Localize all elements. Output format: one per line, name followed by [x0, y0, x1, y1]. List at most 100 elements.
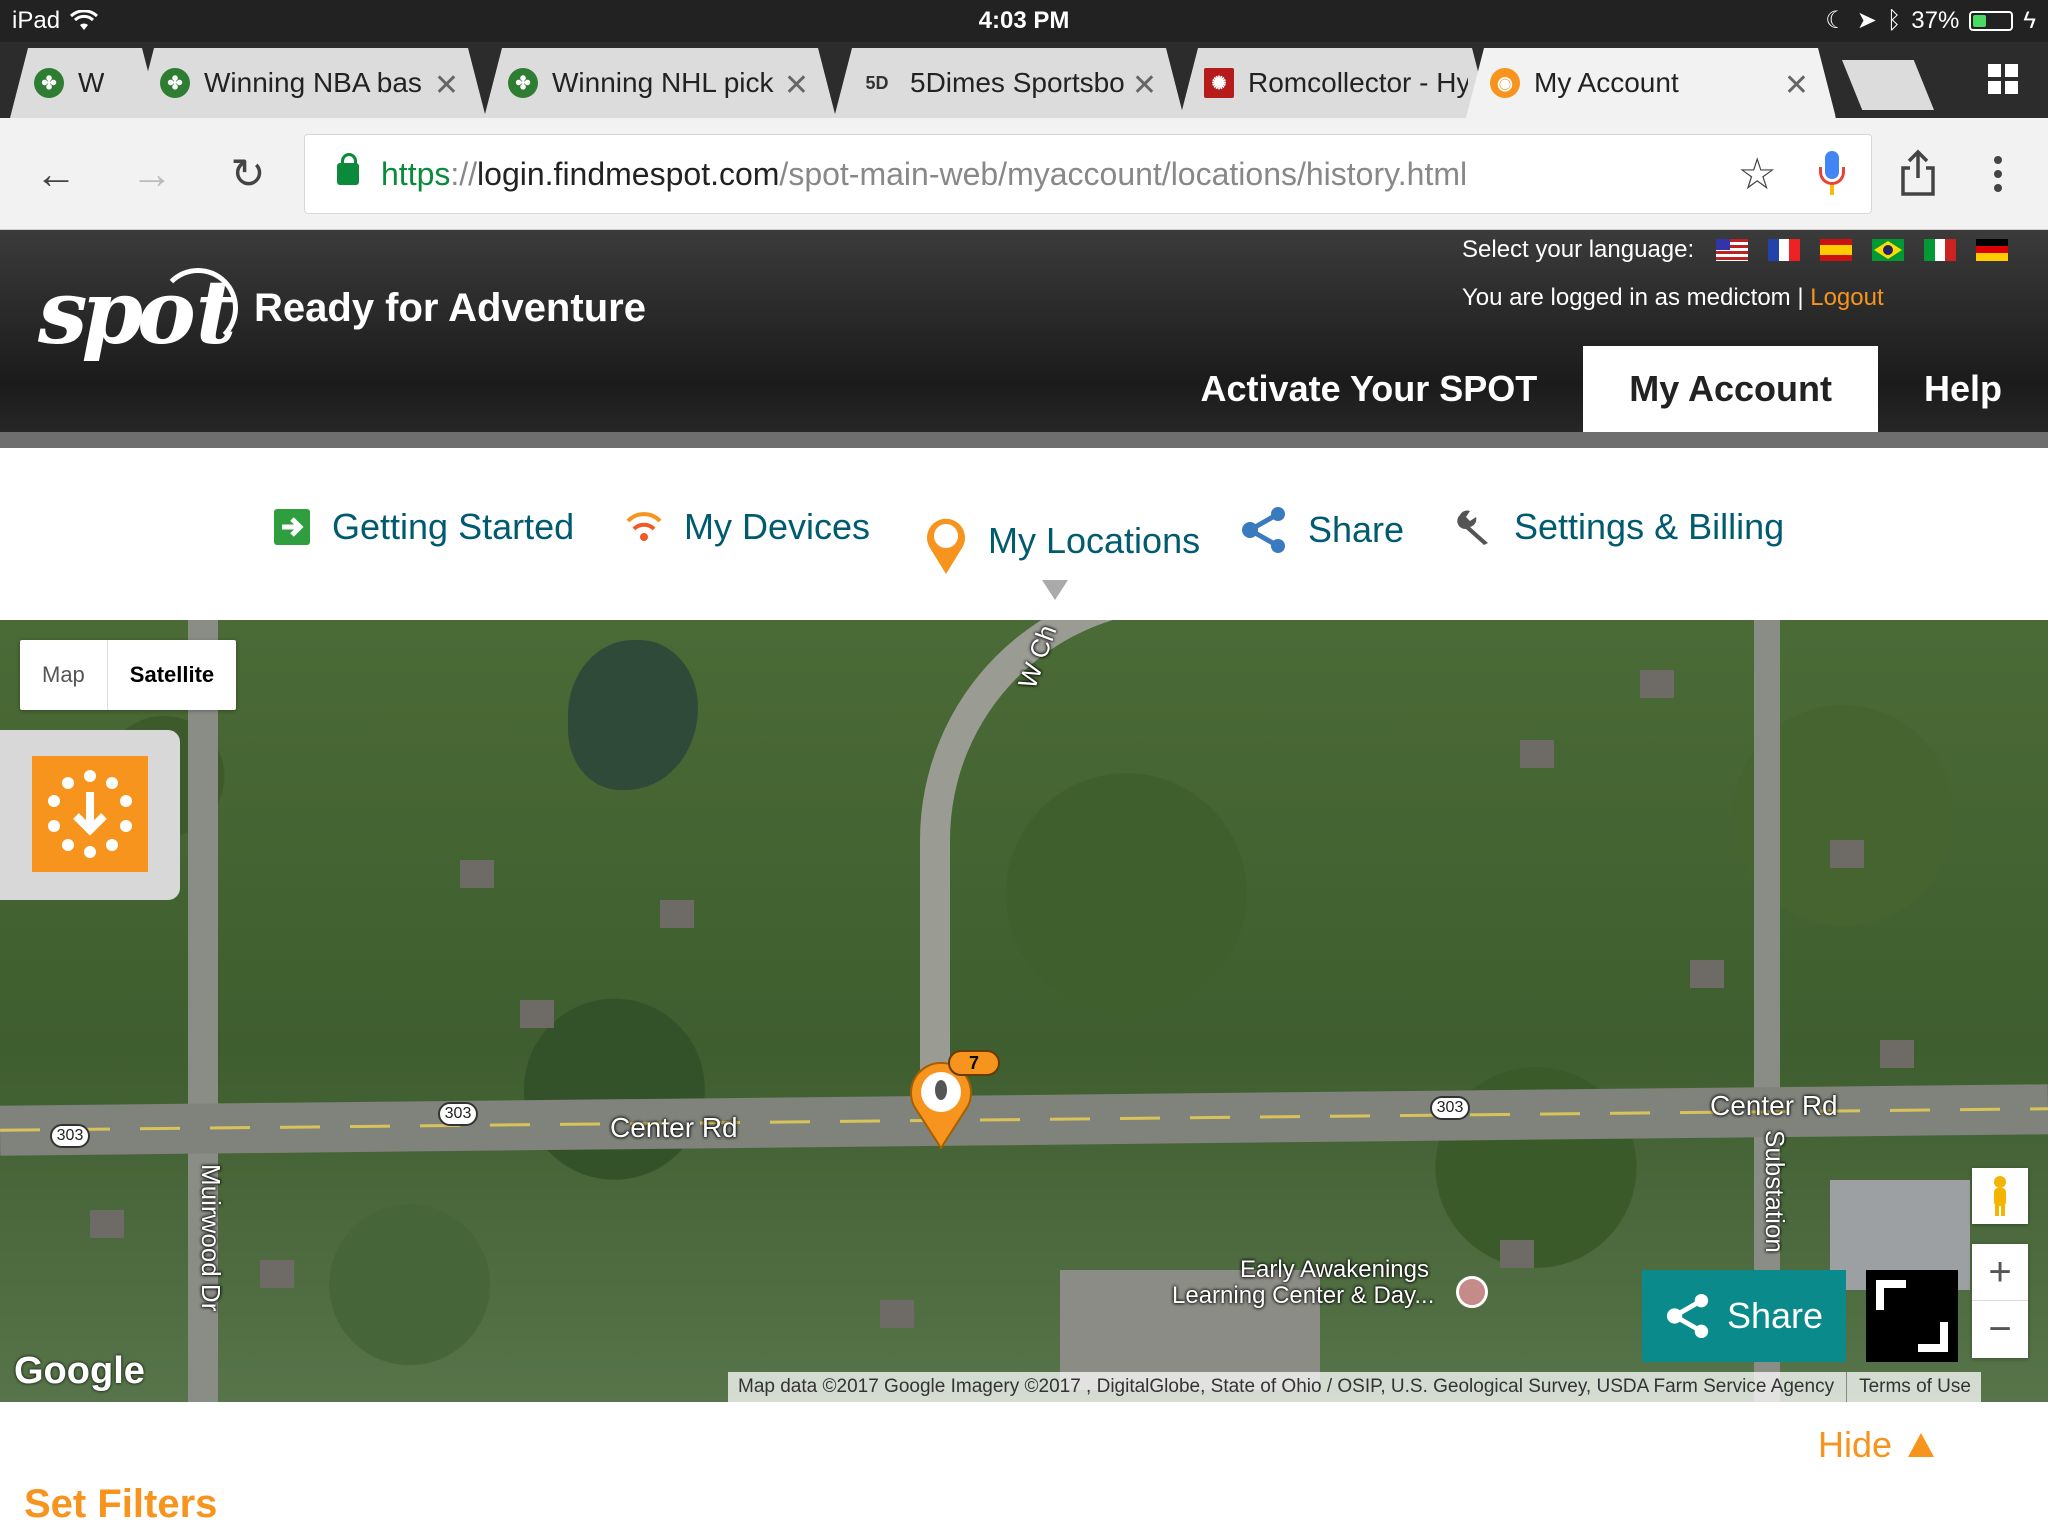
- subnav-share[interactable]: Share: [1240, 506, 1404, 554]
- nav-help[interactable]: Help: [1878, 346, 2048, 432]
- map-label-center-rd: Center Rd: [610, 1112, 738, 1143]
- 5dimes-favicon-icon: 5D: [858, 68, 896, 98]
- spot-logo[interactable]: spot: [38, 260, 248, 370]
- us-flag-icon[interactable]: [1716, 239, 1749, 261]
- tagline: Ready for Adventure: [254, 286, 646, 330]
- moon-icon: ☾: [1825, 7, 1847, 34]
- tab-switcher-icon[interactable]: [1988, 64, 2018, 94]
- pond: [568, 640, 698, 790]
- map-attribution: Map data ©2017 Google Imagery ©2017 , Di…: [728, 1372, 1981, 1402]
- building: [260, 1260, 294, 1288]
- subnav-getting-started[interactable]: Getting Started: [272, 506, 574, 548]
- poi-label: Early Awakenings: [1240, 1256, 1429, 1283]
- clover-favicon-icon: ✤: [34, 68, 64, 98]
- browser-tab[interactable]: 5D 5Dimes Sportsbo ✕: [834, 48, 1184, 118]
- arrow-right-box-icon: [274, 509, 310, 545]
- browser-toolbar: ← → ↻ https://login.findmespot.com/spot-…: [0, 118, 2048, 230]
- subnav-settings-billing[interactable]: Settings & Billing: [1454, 506, 1784, 548]
- download-arrow-icon: [48, 770, 132, 858]
- charging-icon: ϟ: [2023, 6, 2036, 34]
- browser-tab[interactable]: ✤ Winning NHL pick ✕: [484, 48, 836, 118]
- romcollector-favicon-icon: ✺: [1204, 68, 1234, 98]
- map-share-button[interactable]: Share: [1642, 1270, 1846, 1362]
- bookmark-star-icon[interactable]: ☆: [1738, 149, 1777, 200]
- map-label-muirwood-dr: Muirwood Dr: [196, 1164, 226, 1312]
- site-header: spot Ready for Adventure Select your lan…: [0, 230, 2048, 448]
- new-tab-button[interactable]: [1842, 60, 1934, 110]
- clover-favicon-icon: ✤: [160, 68, 190, 98]
- download-button[interactable]: [32, 756, 148, 872]
- building: [520, 1000, 554, 1028]
- set-filters-heading: Set Filters: [24, 1482, 218, 1526]
- browser-tab[interactable]: ✤ W: [10, 48, 160, 118]
- clock: 4:03 PM: [978, 7, 1070, 34]
- fullscreen-icon: [1876, 1280, 1948, 1352]
- subnav-my-devices[interactable]: My Devices: [624, 506, 870, 548]
- hide-map-toggle[interactable]: Hide: [1818, 1424, 1935, 1466]
- close-tab-icon[interactable]: ✕: [1132, 68, 1157, 103]
- location-arrow-icon: ➤: [1856, 7, 1877, 34]
- france-flag-icon[interactable]: [1768, 239, 1801, 261]
- zoom-out-button[interactable]: −: [1972, 1301, 2028, 1358]
- terms-of-use-link[interactable]: Terms of Use: [1846, 1372, 1971, 1402]
- close-tab-icon[interactable]: ✕: [434, 68, 459, 103]
- close-tab-icon[interactable]: ✕: [784, 68, 809, 103]
- battery-icon: [1969, 10, 2014, 31]
- wrench-icon: [1457, 510, 1488, 545]
- spot-favicon-icon: ◉: [1490, 68, 1520, 98]
- subnav-my-locations[interactable]: My Locations: [924, 506, 1200, 576]
- browser-tab[interactable]: ✺ Romcollector - Hy: [1180, 48, 1490, 118]
- overflow-menu-icon[interactable]: [1994, 156, 2002, 192]
- browser-tab[interactable]: ✤ Winning NBA bas ✕: [136, 48, 486, 118]
- poi-marker-icon[interactable]: [1456, 1276, 1488, 1308]
- brazil-flag-icon[interactable]: [1872, 239, 1905, 261]
- browser-tab-active[interactable]: ◉ My Account ✕: [1466, 48, 1836, 118]
- building: [1880, 1040, 1914, 1068]
- germany-flag-icon[interactable]: [1976, 239, 2009, 261]
- map-type-map-button[interactable]: Map: [20, 640, 107, 710]
- close-tab-icon[interactable]: ✕: [1784, 68, 1809, 103]
- route-303-shield: 303: [50, 1124, 90, 1148]
- poi-label: Learning Center & Day...: [1172, 1282, 1435, 1309]
- fullscreen-button[interactable]: [1866, 1270, 1958, 1362]
- nav-my-account[interactable]: My Account: [1583, 346, 1878, 432]
- browser-tab-bar: ✤ W ✤ Winning NBA bas ✕ ✤ Winning NHL pi…: [0, 42, 2048, 118]
- clover-favicon-icon: ✤: [508, 68, 538, 98]
- logout-link[interactable]: Logout: [1810, 284, 1883, 311]
- zoom-in-button[interactable]: +: [1972, 1244, 2028, 1301]
- main-nav: Activate Your SPOT My Account Help: [1155, 346, 2048, 432]
- active-indicator-caret: [1042, 580, 1068, 600]
- share-nodes-icon: [1242, 507, 1285, 553]
- zoom-control: + −: [1972, 1244, 2028, 1358]
- microphone-icon[interactable]: [1819, 151, 1845, 197]
- map-label-substation: Substation: [1760, 1130, 1790, 1253]
- lock-icon: [337, 153, 359, 185]
- reload-icon[interactable]: ↻: [220, 146, 276, 202]
- map-type-satellite-button[interactable]: Satellite: [106, 640, 236, 710]
- language-label: Select your language:: [1462, 236, 1695, 263]
- address-bar[interactable]: https://login.findmespot.com/spot-main-w…: [304, 134, 1872, 214]
- google-logo: Google: [14, 1350, 145, 1392]
- building: [660, 900, 694, 928]
- building: [460, 860, 494, 888]
- login-status: You are logged in as medictom | Logout: [1462, 284, 1884, 312]
- share-nodes-icon: [1666, 1293, 1709, 1339]
- street-view-pegman-icon[interactable]: [1972, 1168, 2028, 1224]
- marker-count-badge: 7: [948, 1050, 1000, 1076]
- route-303-shield: 303: [438, 1102, 478, 1126]
- building: [1520, 740, 1554, 768]
- forward-arrow-icon[interactable]: →: [124, 146, 180, 202]
- download-panel: [0, 730, 180, 900]
- route-303-shield: 303: [1430, 1096, 1470, 1120]
- building: [1500, 1240, 1534, 1268]
- nav-activate-spot[interactable]: Activate Your SPOT: [1155, 346, 1584, 432]
- satellite-map[interactable]: 303 303 303 Center Rd Center Rd Muirwood…: [0, 620, 2048, 1402]
- italy-flag-icon[interactable]: [1924, 239, 1957, 261]
- triangle-up-icon: [1908, 1433, 1935, 1457]
- building: [90, 1210, 124, 1238]
- back-arrow-icon[interactable]: ←: [28, 146, 84, 202]
- map-type-control: Map Satellite: [20, 640, 237, 710]
- share-page-icon[interactable]: [1898, 148, 1938, 198]
- map-label-center-rd: Center Rd: [1710, 1090, 1838, 1121]
- spain-flag-icon[interactable]: [1820, 239, 1853, 261]
